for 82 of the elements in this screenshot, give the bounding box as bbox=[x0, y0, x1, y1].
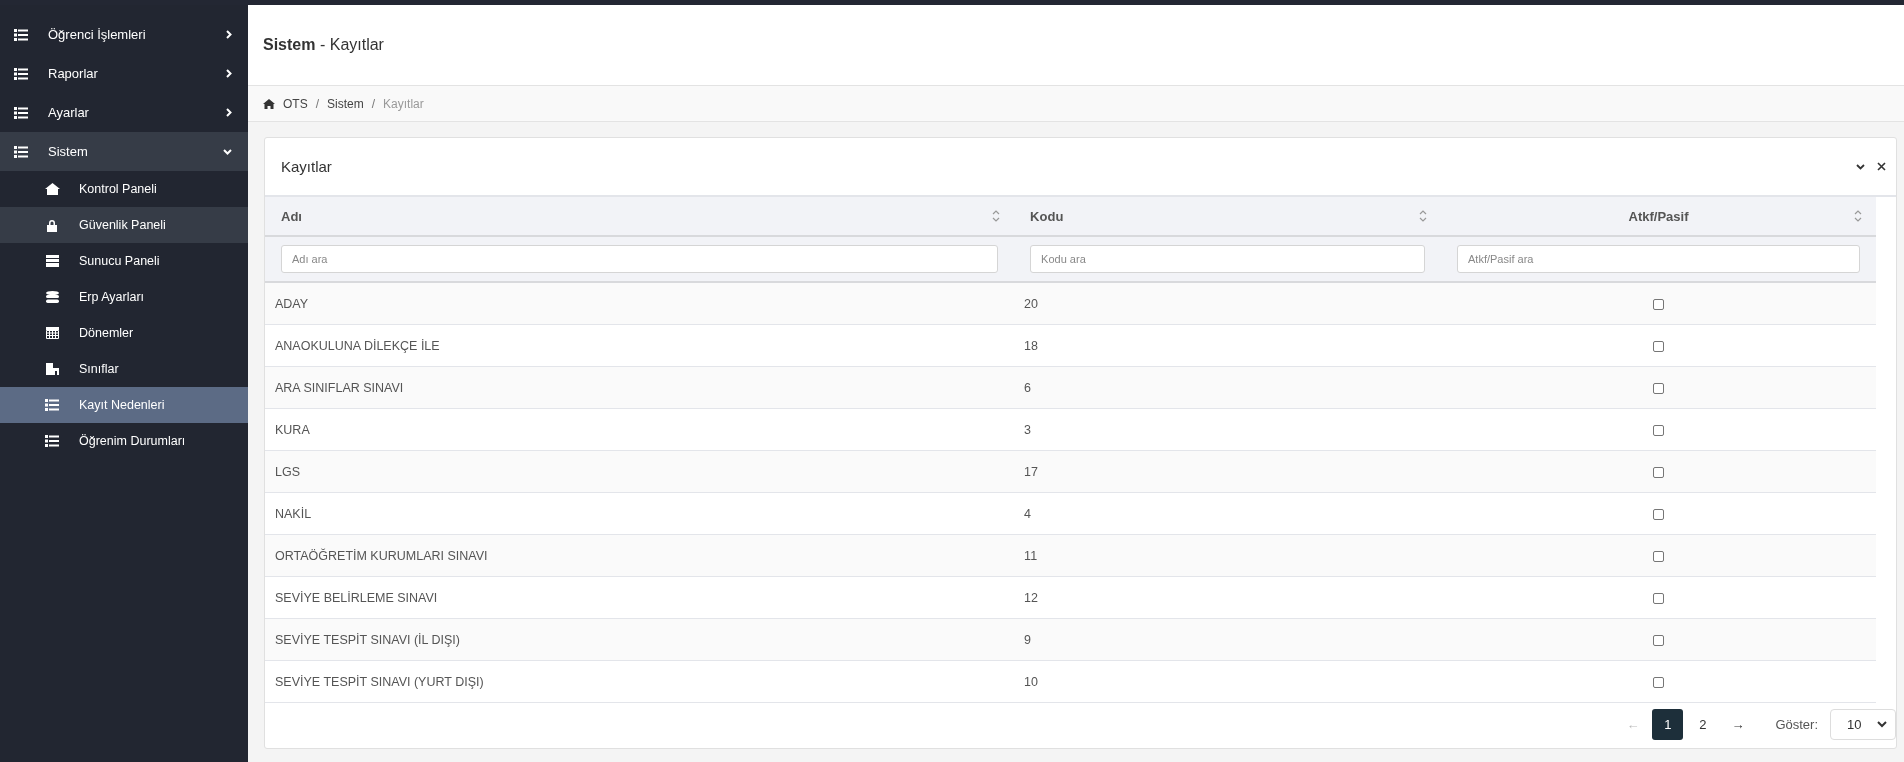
sort-icon[interactable] bbox=[992, 210, 1001, 222]
list-icon bbox=[45, 435, 59, 447]
next-page-button[interactable]: → bbox=[1722, 709, 1754, 740]
card-title: Kayıtlar bbox=[281, 158, 333, 175]
checkbox[interactable] bbox=[1653, 508, 1664, 520]
sidebar-subitem[interactable]: Güvenlik Paneli bbox=[0, 207, 248, 243]
breadcrumb-separator: / bbox=[371, 96, 376, 111]
chevron-right-icon bbox=[226, 30, 232, 39]
sidebar-item[interactable]: Öğrenci İşlemleri bbox=[0, 15, 248, 54]
page-size-label: Göster: bbox=[1775, 717, 1818, 732]
chevron-right-icon bbox=[226, 69, 232, 78]
column-header[interactable]: Atkf/Pasif bbox=[1628, 208, 1689, 224]
search-field[interactable]: Adı ara bbox=[281, 245, 999, 273]
table-cell: ADAY bbox=[275, 296, 309, 311]
table-cell: SEVİYE TESPİT SINAVI (YURT DIŞI) bbox=[275, 674, 484, 689]
table-cell: SEVİYE BELİRLEME SINAVI bbox=[275, 590, 438, 605]
list-icon bbox=[14, 106, 28, 119]
search-field[interactable]: Kodu ara bbox=[1030, 245, 1425, 273]
list-icon bbox=[14, 67, 28, 80]
page-button[interactable]: 1 bbox=[1652, 709, 1684, 740]
sidebar-subitem[interactable]: Dönemler bbox=[0, 315, 248, 351]
sort-icon[interactable] bbox=[1419, 210, 1427, 222]
checkbox[interactable] bbox=[1653, 298, 1664, 310]
checkbox[interactable] bbox=[1653, 466, 1664, 478]
page-button[interactable]: 2 bbox=[1687, 709, 1719, 740]
collapse-icon[interactable] bbox=[1856, 163, 1865, 170]
list-icon bbox=[14, 145, 28, 158]
sidebar-subitem[interactable]: Erp Ayarları bbox=[0, 279, 248, 315]
table-cell: 3 bbox=[1024, 422, 1032, 437]
close-icon[interactable] bbox=[1877, 162, 1886, 171]
sidebar-item[interactable]: Ayarlar bbox=[0, 93, 248, 132]
lock-icon bbox=[46, 218, 58, 232]
calendar-icon bbox=[45, 327, 59, 339]
server-icon bbox=[45, 255, 59, 267]
sidebar-subitem[interactable]: Sunucu Paneli bbox=[0, 243, 248, 279]
sidebar-item[interactable]: Sistem bbox=[0, 132, 248, 171]
sidebar-subitem[interactable]: Kontrol Paneli bbox=[0, 171, 248, 207]
search-field[interactable]: Atkf/Pasif ara bbox=[1457, 245, 1860, 273]
table-cell: 9 bbox=[1024, 632, 1032, 647]
sidebar-subitem[interactable]: Kayıt Nedenleri bbox=[0, 387, 248, 423]
table-cell: 6 bbox=[1024, 380, 1032, 395]
table-cell: SEVİYE TESPİT SINAVI (İL DIŞI) bbox=[275, 632, 460, 647]
chevron-right-icon bbox=[226, 108, 232, 117]
table-cell: ORTAÖĞRETİM KURUMLARI SINAVI bbox=[275, 548, 488, 563]
checkbox[interactable] bbox=[1653, 424, 1664, 436]
checkbox[interactable] bbox=[1653, 634, 1664, 646]
table-cell: 17 bbox=[1024, 464, 1038, 479]
table-cell: 11 bbox=[1024, 548, 1038, 563]
breadcrumb-link[interactable]: Sistem bbox=[327, 96, 364, 111]
table-cell: 12 bbox=[1024, 590, 1038, 605]
table-cell: 4 bbox=[1024, 506, 1032, 521]
chevron-down-icon bbox=[223, 148, 232, 155]
table-cell: 18 bbox=[1024, 338, 1038, 353]
sort-icon[interactable] bbox=[1854, 210, 1862, 222]
checkbox[interactable] bbox=[1653, 550, 1664, 562]
table-cell: KURA bbox=[275, 422, 310, 437]
table-cell: ARA SINIFLAR SINAVI bbox=[275, 380, 404, 395]
list-icon bbox=[14, 28, 28, 41]
table-cell: ANAOKULUNA DİLEKÇE İLE bbox=[275, 338, 440, 353]
breadcrumb-link[interactable]: OTS bbox=[283, 96, 308, 111]
page-size-select[interactable]: 10 bbox=[1830, 709, 1896, 740]
sidebar-item[interactable]: Raporlar bbox=[0, 54, 248, 93]
sidebar-subitem[interactable]: Sınıflar bbox=[0, 351, 248, 387]
column-header[interactable]: Kodu bbox=[1030, 208, 1064, 224]
table-cell: 10 bbox=[1024, 674, 1038, 689]
table-cell: 20 bbox=[1024, 296, 1038, 311]
table-cell: NAKİL bbox=[275, 506, 312, 521]
page-title: Sistem - Kayıtlar bbox=[248, 5, 1904, 86]
column-header[interactable]: Adı bbox=[281, 208, 302, 224]
breadcrumb-separator: / bbox=[315, 96, 319, 111]
caret-icon bbox=[1877, 721, 1887, 728]
checkbox[interactable] bbox=[1653, 340, 1664, 352]
database-icon bbox=[45, 291, 59, 303]
table-cell: LGS bbox=[275, 464, 300, 479]
sidebar-subitem[interactable]: Öğrenim Durumları bbox=[0, 423, 248, 459]
home-icon bbox=[263, 98, 275, 109]
checkbox[interactable] bbox=[1653, 592, 1664, 604]
list-icon bbox=[45, 399, 59, 411]
home-icon bbox=[44, 183, 60, 195]
building-icon bbox=[45, 363, 59, 375]
checkbox[interactable] bbox=[1653, 676, 1664, 688]
checkbox[interactable] bbox=[1653, 382, 1664, 394]
